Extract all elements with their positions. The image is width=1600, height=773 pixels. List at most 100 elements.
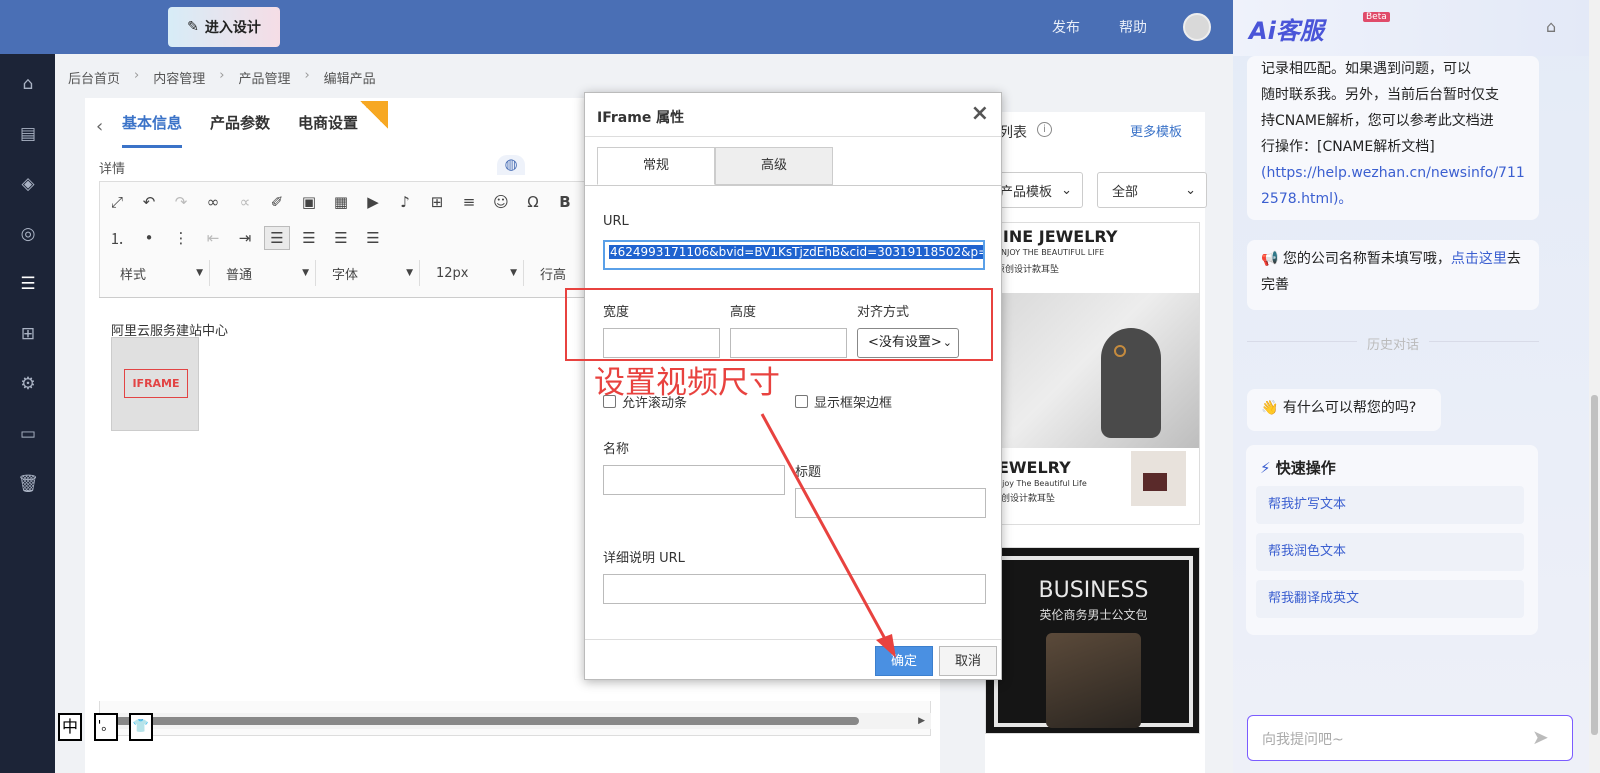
scroll-right-icon[interactable]: ▶ (918, 716, 925, 726)
message-line: 随时联系我。另外，当前后台暂时仅支 (1261, 87, 1499, 103)
layers-icon[interactable]: ◈ (17, 173, 39, 195)
checkbox-box[interactable] (795, 395, 808, 408)
template-card-business[interactable]: BUSINESS 英伦商务男士公文包 (985, 547, 1200, 734)
lock-icon (360, 101, 388, 129)
align-justify-icon[interactable]: ☰ (360, 226, 386, 250)
trash-icon[interactable]: 🗑 (17, 473, 39, 495)
multilevel-list-icon[interactable]: ⋮ (168, 226, 194, 250)
pages-icon[interactable]: ▤ (17, 123, 39, 145)
name-input[interactable] (603, 465, 785, 495)
line-height-select[interactable]: 行高 (524, 260, 584, 286)
breadcrumb: 后台首页 › 内容管理 › 产品管理 › 编辑产品 (68, 68, 376, 87)
title-label: 标题 (795, 465, 822, 480)
tab-basic-info[interactable]: 基本信息 (122, 112, 183, 148)
globe-icon[interactable]: ◍ (497, 155, 525, 175)
tab-general[interactable]: 常规 (597, 147, 715, 185)
title-input[interactable] (795, 488, 986, 518)
quick-actions-panel: ⚡ 快速操作 帮我扩写文本 帮我润色文本 帮我翻译成英文 (1246, 445, 1538, 635)
tab-advanced[interactable]: 高级 (715, 147, 833, 185)
more-templates-link[interactable]: 更多模板 (1130, 121, 1182, 140)
format-painter-icon[interactable]: ✐ (264, 190, 290, 214)
template-card-jewelry[interactable]: FINE JEWELRY ENJOY THE BEAUTIFUL LIFE 原创… (985, 222, 1200, 525)
image-icon[interactable]: ▣ (296, 190, 322, 214)
left-nav: ⌂ ▤ ◈ ◎ ☰ ⊞ ⚙ ▭ 🗑 (0, 54, 55, 773)
home-icon[interactable]: ⌂ (17, 73, 39, 95)
tab-product-params[interactable]: 产品参数 (210, 112, 270, 148)
scrollbar-thumb[interactable] (115, 717, 859, 725)
page-scrollbar[interactable] (1589, 0, 1600, 773)
name-label: 名称 (603, 442, 630, 457)
card-subtitle-2: Enjoy The Beautiful Life (992, 479, 1087, 488)
cname-doc-link[interactable]: (https://help.wezhan.cn/newsinfo/7112578… (1261, 165, 1525, 207)
style-select-label: 样式 (120, 267, 147, 283)
ok-button[interactable]: 确定 (875, 646, 933, 676)
ai-question-input[interactable]: 向我提问吧~ (1247, 715, 1573, 761)
table-icon[interactable]: ⊞ (424, 190, 450, 214)
redo-icon[interactable]: ↷ (168, 190, 194, 214)
font-size-select[interactable]: 12px ▼ (420, 260, 524, 286)
settings-icon[interactable]: ⚙ (17, 373, 39, 395)
template-filter-select[interactable]: 全部 ⌄ (1097, 172, 1207, 208)
special-char-icon[interactable]: Ω (520, 190, 546, 214)
quick-action-polish[interactable]: 帮我润色文本 (1256, 533, 1524, 571)
paragraph-select[interactable]: 普通 ▼ (210, 260, 316, 286)
dialog-title: IFrame 属性 (597, 110, 685, 126)
bold-icon[interactable]: B (552, 190, 578, 214)
quick-action-translate[interactable]: 帮我翻译成英文 (1256, 580, 1524, 618)
breadcrumb-content[interactable]: 内容管理 (153, 68, 205, 87)
iframe-icon[interactable]: ▦ (328, 190, 354, 214)
shop-icon[interactable]: ⊞ (17, 323, 39, 345)
wechat-icon[interactable]: ◎ (17, 223, 39, 245)
company-fill-link[interactable]: 点击这里 (1451, 251, 1507, 267)
iframe-placeholder[interactable]: IFRAME (111, 337, 199, 431)
publish-link[interactable]: 发布 (1052, 17, 1080, 37)
info-icon[interactable]: i (1037, 122, 1052, 137)
template-type-label: 产品模板 (1000, 184, 1053, 200)
enter-design-button[interactable]: ✎ 进入设计 (168, 7, 280, 47)
ordered-list-icon[interactable]: ⒈ (104, 226, 130, 250)
breadcrumb-home[interactable]: 后台首页 (68, 68, 120, 87)
close-icon[interactable]: × (971, 101, 989, 126)
editor-horizontal-scrollbar[interactable]: ▶ (99, 713, 931, 729)
style-select[interactable]: 样式 ▼ (104, 260, 210, 286)
content-icon[interactable]: ☰ (17, 273, 39, 295)
align-left-icon[interactable]: ☰ (264, 226, 290, 250)
url-input[interactable]: 4624993171106&bvid=BV1KsTjzdEhB&cid=3031… (603, 240, 985, 270)
link-icon[interactable]: ∞ (200, 190, 226, 214)
bullet-list-icon[interactable]: • (136, 226, 162, 250)
card-product-thumb (1131, 451, 1186, 506)
horizontal-rule-icon[interactable]: ≡ (456, 190, 482, 214)
terminal-icon[interactable]: ▭ (17, 423, 39, 445)
help-link[interactable]: 帮助 (1119, 17, 1147, 37)
wave-icon: 👋 (1261, 400, 1279, 416)
outdent-icon[interactable]: ⇤ (200, 226, 226, 250)
video-icon[interactable]: ▶ (360, 190, 386, 214)
cancel-button[interactable]: 取消 (939, 646, 997, 676)
back-arrow-icon[interactable]: ‹ (96, 116, 103, 137)
emoji-icon[interactable]: ☺ (488, 190, 514, 214)
basket-icon[interactable]: ⌂ (1546, 17, 1556, 36)
tab-ecommerce[interactable]: 电商设置 (298, 112, 358, 148)
company-notice-text: 您的公司名称暂未填写哦， (1282, 251, 1451, 267)
ime-punctuation-key[interactable]: '。 (94, 713, 118, 741)
longdesc-input[interactable] (603, 574, 986, 604)
card-bag-image (1046, 633, 1141, 728)
message-line: 持CNAME解析，您可以参考此文档进 (1261, 113, 1494, 129)
align-right-icon[interactable]: ☰ (328, 226, 354, 250)
align-center-icon[interactable]: ☰ (296, 226, 322, 250)
scrollbar-thumb[interactable] (1591, 395, 1598, 735)
ime-skin-key[interactable]: 👕 (129, 713, 153, 741)
breadcrumb-products[interactable]: 产品管理 (238, 68, 290, 87)
ime-chinese-key[interactable]: 中 (58, 713, 82, 741)
chevron-down-icon: ⌄ (1061, 182, 1072, 198)
show-border-checkbox[interactable]: 显示框架边框 (795, 392, 892, 411)
font-select[interactable]: 字体 ▼ (316, 260, 420, 286)
unlink-icon[interactable]: ∝ (232, 190, 258, 214)
send-icon[interactable]: ➤ (1532, 725, 1549, 749)
fullscreen-icon[interactable]: ⤢ (104, 190, 130, 214)
undo-icon[interactable]: ↶ (136, 190, 162, 214)
avatar[interactable] (1183, 13, 1211, 41)
quick-action-expand[interactable]: 帮我扩写文本 (1256, 486, 1524, 524)
indent-icon[interactable]: ⇥ (232, 226, 258, 250)
audio-icon[interactable]: ♪ (392, 190, 418, 214)
